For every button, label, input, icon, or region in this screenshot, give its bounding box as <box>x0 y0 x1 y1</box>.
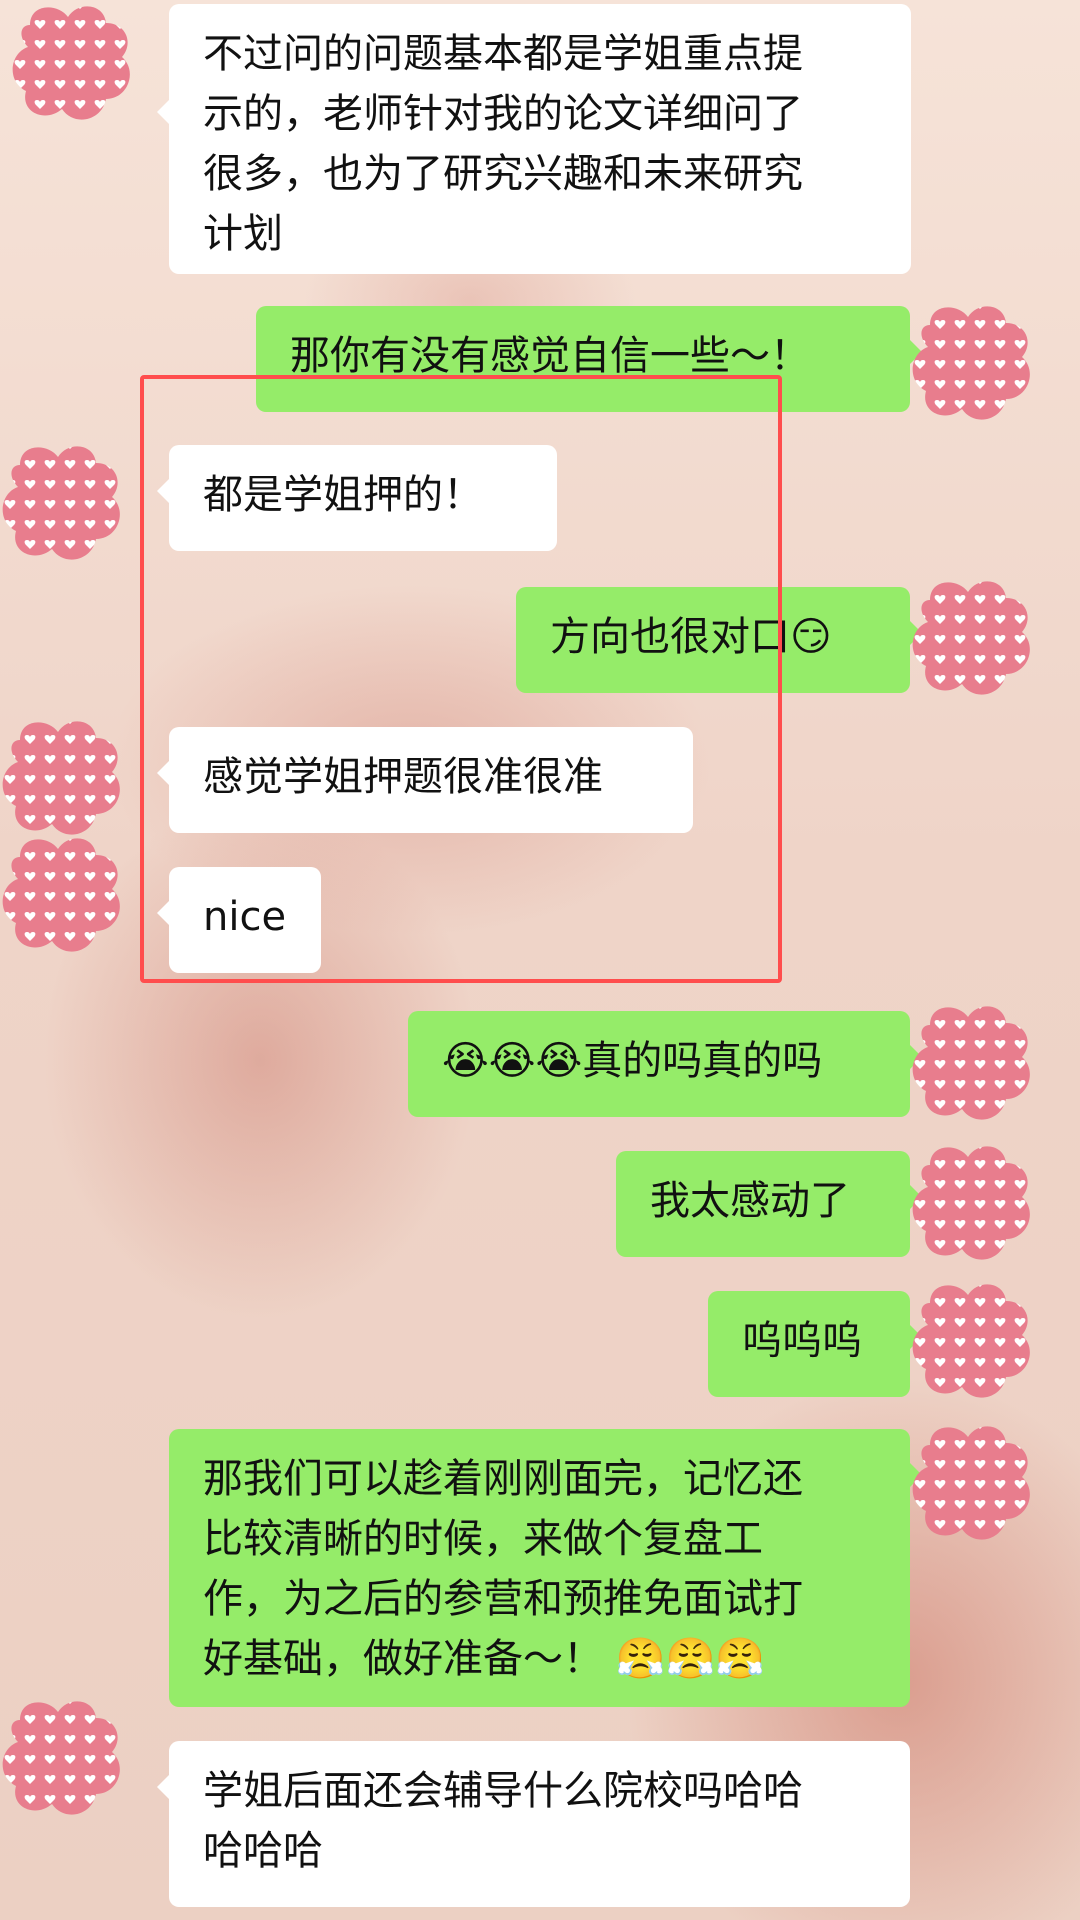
message-line: 哈哈哈 <box>203 1828 323 1874</box>
patterned-avatar-icon <box>912 1284 1030 1398</box>
message-bubble[interactable]: 呜呜呜 <box>708 1291 922 1397</box>
patterned-avatar-icon <box>912 581 1030 695</box>
message-line: 示的，老师针对我的论文详细问了 <box>203 91 803 137</box>
patterned-avatar-icon <box>2 1701 120 1815</box>
message-line: 呜呜呜 <box>742 1318 862 1364</box>
patterned-avatar-icon <box>912 1426 1030 1540</box>
chat-message-row: 我太感动了 <box>0 1145 1080 1275</box>
avatar[interactable] <box>0 827 140 967</box>
message-bubble[interactable]: 我太感动了 <box>616 1151 922 1257</box>
message-bubble[interactable]: 学姐后面还会辅导什么院校吗哈哈 哈哈哈 <box>157 1741 910 1907</box>
chat-message-row: 不过问的问题基本都是学姐重点提 示的，老师针对我的论文详细问了 很多，也为了研究… <box>0 0 1080 290</box>
avatar[interactable] <box>910 1273 1050 1413</box>
bubble-tail <box>157 1775 169 1799</box>
patterned-avatar-icon <box>2 446 120 560</box>
message-bubble[interactable]: 😭😭😭真的吗真的吗 <box>408 1011 922 1117</box>
patterned-avatar-icon <box>912 306 1030 420</box>
message-bubble[interactable]: 那我们可以趁着刚刚面完，记忆还 比较清晰的时候，来做个复盘工 作，为之后的参营和… <box>169 1429 922 1707</box>
avatar[interactable] <box>0 435 140 575</box>
message-bubble[interactable]: 不过问的问题基本都是学姐重点提 示的，老师针对我的论文详细问了 很多，也为了研究… <box>157 4 911 274</box>
message-line: 😭😭😭真的吗真的吗 <box>442 1038 823 1084</box>
avatar[interactable] <box>910 1135 1050 1275</box>
message-line: 学姐后面还会辅导什么院校吗哈哈 <box>203 1768 803 1814</box>
message-line: 比较清晰的时候，来做个复盘工 <box>203 1516 763 1562</box>
avatar[interactable] <box>10 0 150 135</box>
chat-message-row: 那我们可以趁着刚刚面完，记忆还 比较清晰的时候，来做个复盘工 作，为之后的参营和… <box>0 1425 1080 1725</box>
message-line: 很多，也为了研究兴趣和未来研究 <box>203 151 803 197</box>
message-line: 那我们可以趁着刚刚面完，记忆还 <box>203 1456 803 1502</box>
avatar[interactable] <box>0 1690 140 1830</box>
chat-message-row: 呜呜呜 <box>0 1284 1080 1415</box>
chat-message-row: 学姐后面还会辅导什么院校吗哈哈 哈哈哈 <box>0 1701 1080 1915</box>
bubble-tail <box>157 100 169 124</box>
message-line: 我太感动了 <box>650 1178 850 1224</box>
avatar[interactable] <box>910 995 1050 1135</box>
patterned-avatar-icon <box>12 6 130 120</box>
message-line: 不过问的问题基本都是学姐重点提 <box>203 31 803 77</box>
avatar[interactable] <box>910 570 1050 710</box>
message-line: 好基础，做好准备～！ 😤😤😤 <box>203 1636 766 1682</box>
patterned-avatar-icon <box>2 838 120 952</box>
avatar[interactable] <box>910 1415 1050 1555</box>
message-line: 作，为之后的参营和预推免面试打 <box>203 1576 803 1622</box>
patterned-avatar-icon <box>912 1006 1030 1120</box>
patterned-avatar-icon <box>912 1146 1030 1260</box>
message-line: 计划 <box>203 211 283 257</box>
highlight-box <box>140 375 782 983</box>
chat-message-row: 😭😭😭真的吗真的吗 <box>0 1005 1080 1135</box>
avatar[interactable] <box>910 295 1050 435</box>
